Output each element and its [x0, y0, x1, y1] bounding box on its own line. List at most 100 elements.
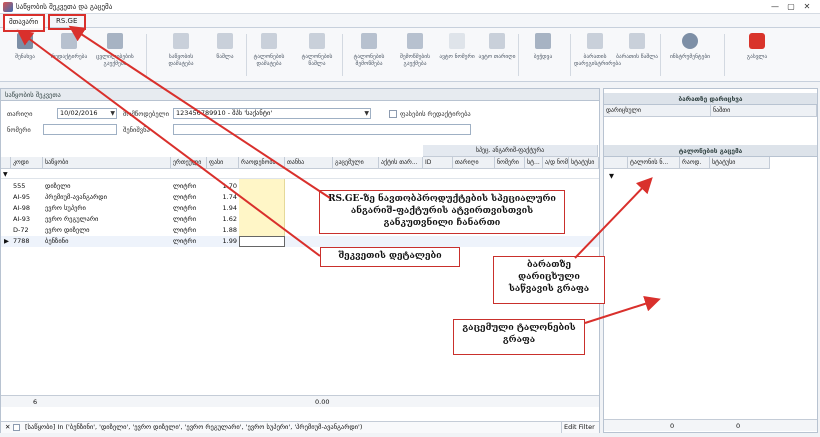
price-edit-label: ფასების რედაქტირება — [400, 110, 471, 118]
undo-button[interactable]: ცვლილებების გაუქმება — [94, 31, 136, 79]
column-charged[interactable]: დარიცხული — [604, 105, 711, 117]
edit-filter-button[interactable]: Edit Filter — [561, 422, 597, 433]
column-coupon-number[interactable]: ტალონის ნ... — [628, 157, 680, 169]
ribbon-separator — [146, 34, 147, 76]
delete-card-button[interactable]: ბარათის წაშლა — [616, 31, 658, 79]
ribbon-separator — [518, 34, 519, 76]
note-label: შენიშვნა — [123, 126, 150, 134]
register-card-button[interactable]: ბარათის დარეგისტრირება — [574, 31, 621, 79]
delete-button[interactable]: წაშლა — [204, 31, 246, 79]
grid-footer: 6 0.00 — [1, 395, 599, 407]
callout-coupon-grid: გაცემული ტალონების გრაფა — [453, 319, 585, 355]
cell-unit: ლიტრი — [173, 182, 197, 190]
date-value: 10/02/2016 — [60, 109, 98, 117]
column-car-number[interactable]: ა/დ ნომ... — [543, 157, 569, 169]
column-number[interactable]: ნომერი — [495, 157, 525, 169]
ribbon-separator — [660, 34, 661, 76]
date-field[interactable]: 10/02/2016 ▼ — [57, 108, 117, 119]
ribbon-separator — [246, 34, 247, 76]
column-status[interactable]: სტატუსი — [569, 157, 599, 169]
close-filter-icon[interactable]: ✕ — [3, 422, 12, 433]
power-icon — [749, 33, 765, 49]
column-warehouse[interactable]: საწყობი — [43, 157, 171, 169]
number-field[interactable] — [43, 124, 117, 135]
column-balance[interactable]: ნაშთი — [711, 105, 817, 117]
column-price[interactable]: ფასი — [207, 157, 239, 169]
filter-icon: ▼ — [3, 171, 8, 178]
filter-bar: ✕ [საწყობი] In ('ბენზინი', 'დიზელი', 'ევ… — [1, 421, 599, 433]
price-edit-checkbox[interactable] — [389, 110, 397, 118]
filter-checkbox[interactable] — [13, 424, 20, 431]
cell-code: 555 — [13, 182, 26, 190]
supplier-label: მომწოდებელი — [123, 110, 169, 118]
save-button[interactable]: შენახვა — [4, 31, 46, 79]
delete-coupons-button[interactable]: ტალონების წაშლა — [296, 31, 338, 79]
add-coupons-button[interactable]: ტალონების დამატება — [248, 31, 290, 79]
column-act-date[interactable]: აქტის თარ... — [379, 157, 423, 169]
callout-card-grid: ბარათზე დარიცხული საწვავის გრაფა — [493, 256, 605, 304]
add-icon — [261, 33, 277, 49]
cell-warehouse: ევრო დიზელი — [45, 226, 90, 234]
check-icon — [361, 33, 377, 49]
ribbon-separator — [724, 34, 725, 76]
number-icon — [449, 33, 465, 49]
cell-price: 1.74 — [222, 193, 237, 201]
cancel-check-button[interactable]: შემოწმების გაუქმება — [394, 31, 436, 79]
row-indicator-header — [604, 157, 628, 169]
chevron-down-icon[interactable]: ▼ — [364, 109, 369, 118]
column-quantity[interactable]: რაოდენობა — [239, 157, 285, 169]
filter-row[interactable]: ▼ — [1, 169, 599, 179]
note-field[interactable] — [173, 124, 471, 135]
edit-button[interactable]: რედაქტირება — [48, 31, 90, 79]
auto-date-button[interactable]: ავტო თარიღი — [476, 31, 518, 79]
window-title: საწყობის შეკვეთა და გაცემა — [16, 3, 113, 11]
column-coupon-qty[interactable]: რაოდ. — [680, 157, 710, 169]
undo-icon — [107, 33, 123, 49]
cell-code: AI-93 — [13, 215, 30, 223]
auto-number-button[interactable]: ავტო ნომერი — [436, 31, 478, 79]
minimize-icon[interactable]: — — [768, 1, 782, 13]
column-st[interactable]: სტ... — [525, 157, 543, 169]
check-icon — [407, 33, 423, 49]
column-issued[interactable]: გაცემული — [333, 157, 379, 169]
supplier-field[interactable]: 123456789910 - შპს 'საქანტი' ▼ — [173, 108, 371, 119]
callout-rsge: RS.GE-ზე ნავთობპროდუქტების სპეციალური ან… — [319, 190, 565, 234]
chevron-down-icon[interactable]: ▼ — [110, 109, 115, 118]
column-id[interactable]: ID — [423, 157, 453, 169]
save-icon — [17, 33, 33, 49]
column-unit[interactable]: ერთეული — [171, 157, 207, 169]
row-count: 6 — [33, 398, 38, 406]
coupons-total: 0 — [736, 422, 741, 430]
ribbon-toolbar: შენახვა რედაქტირება ცვლილებების გაუქმება… — [0, 28, 820, 82]
close-icon[interactable]: ✕ — [800, 1, 814, 13]
column-amount[interactable]: თანხა — [285, 157, 333, 169]
tools-button[interactable]: ინსტრუმენტები — [666, 31, 714, 79]
check-coupons-button[interactable]: ტალონების შემოწმება — [348, 31, 390, 79]
exit-button[interactable]: გასვლა — [736, 31, 778, 79]
column-code[interactable]: კოდი — [11, 157, 43, 169]
cell-price: 1.94 — [222, 204, 237, 212]
cell-code: D-72 — [13, 226, 29, 234]
cell-price: 1.88 — [222, 226, 237, 234]
coupons-footer: 0 0 — [604, 419, 817, 431]
number-label: ნომერი — [7, 126, 31, 134]
column-coupon-status[interactable]: სტატუსი — [710, 157, 770, 169]
cell-price: 1.70 — [222, 182, 237, 190]
menu-bar: მთავარი RS.GE — [0, 14, 820, 28]
ribbon-separator — [342, 34, 343, 76]
quantity-editor[interactable] — [239, 236, 285, 247]
total-amount: 0.00 — [315, 398, 330, 406]
edit-icon — [61, 33, 77, 49]
cell-code: AI-95 — [13, 193, 30, 201]
supplier-value: 123456789910 - შპს 'საქანტი' — [176, 109, 273, 117]
date-label: თარიღი — [7, 110, 33, 118]
add-warehouse-button[interactable]: საწყობის დამატება — [160, 31, 202, 79]
title-bar: საწყობის შეკვეთა და გაცემა — ▢ ✕ — [0, 0, 820, 14]
print-button[interactable]: ბეჭდვა — [522, 31, 564, 79]
cell-price: 1.99 — [222, 237, 237, 245]
card-icon — [587, 33, 603, 49]
maximize-icon[interactable]: ▢ — [784, 1, 798, 13]
column-date[interactable]: თარიღი — [453, 157, 495, 169]
cell-warehouse: ბენზინი — [45, 237, 69, 245]
app-icon — [3, 2, 13, 12]
